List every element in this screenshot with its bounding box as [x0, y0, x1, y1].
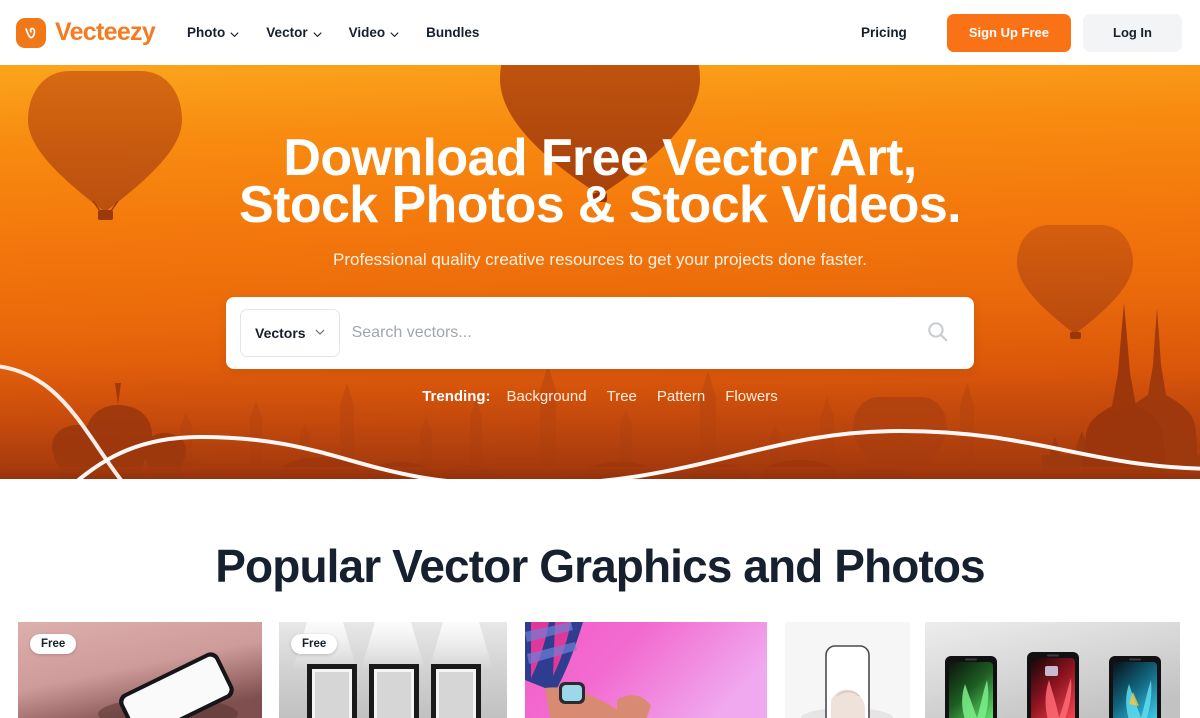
trending-tag-tree[interactable]: Tree	[607, 388, 637, 405]
card-thumbnail-image	[925, 622, 1180, 718]
nav-label-bundles: Bundles	[426, 25, 480, 40]
hero-search-bar: Vectors	[226, 297, 974, 369]
nav-label-photo: Photo	[187, 25, 226, 40]
search-submit-button[interactable]	[917, 313, 957, 353]
nav-item-vector[interactable]: Vector	[254, 19, 333, 46]
popular-card-phone-mockup-pink[interactable]: Free	[18, 622, 262, 718]
nav-label-vector: Vector	[266, 25, 308, 40]
brand-name: Vecteezy	[55, 18, 156, 46]
trending-label: Trending:	[422, 388, 491, 405]
popular-section-title: Popular Vector Graphics and Photos	[215, 540, 985, 592]
popular-card-three-phones-wallpapers[interactable]	[925, 622, 1180, 718]
trending-tag-pattern[interactable]: Pattern	[657, 388, 705, 405]
sign-up-free-button[interactable]: Sign Up Free	[946, 13, 1071, 52]
search-type-select[interactable]: Vectors	[240, 309, 340, 357]
header-actions: Pricing Sign Up Free Log In	[851, 13, 1182, 52]
nav-label-video: Video	[348, 25, 386, 40]
popular-card-three-frames-gallery[interactable]: Free	[279, 622, 507, 718]
chevron-down-icon	[315, 324, 325, 342]
card-thumbnail-image	[785, 622, 910, 718]
site-header: Vecteezy Photo Vector Video Bundles Pric…	[0, 0, 1200, 65]
popular-section: Popular Vector Graphics and Photos Free	[0, 539, 1200, 718]
trending-row: Trending: Background Tree Pattern Flower…	[422, 388, 778, 405]
hero-banner: Download Free Vector Art, Stock Photos &…	[0, 65, 1200, 479]
chevron-down-icon	[230, 27, 239, 37]
brand-logo[interactable]: Vecteezy	[16, 17, 156, 48]
popular-card-row: Free Free	[0, 622, 1200, 718]
popular-card-smartwatch-pink-hand[interactable]	[525, 622, 767, 718]
chevron-down-icon	[390, 27, 399, 37]
free-badge: Free	[291, 634, 338, 654]
hero-subtitle: Professional quality creative resources …	[333, 250, 867, 269]
hero-title: Download Free Vector Art, Stock Photos &…	[239, 132, 962, 231]
search-input[interactable]	[351, 309, 917, 357]
main-navigation: Photo Vector Video Bundles	[175, 19, 491, 46]
chevron-down-icon	[313, 27, 322, 37]
log-in-button[interactable]: Log In	[1083, 13, 1182, 52]
nav-item-video[interactable]: Video	[337, 19, 412, 46]
trending-tag-flowers[interactable]: Flowers	[725, 388, 778, 405]
card-thumbnail-image	[525, 622, 767, 718]
popular-card-hand-holding-phone-white[interactable]	[785, 622, 910, 718]
hero-title-line-2: Stock Photos & Stock Videos.	[239, 176, 962, 234]
nav-item-bundles[interactable]: Bundles	[414, 19, 491, 46]
nav-item-photo[interactable]: Photo	[175, 19, 251, 46]
free-badge: Free	[30, 634, 77, 654]
trending-tag-background[interactable]: Background	[507, 388, 587, 405]
vecteezy-logo-icon	[16, 17, 46, 48]
search-type-value: Vectors	[255, 325, 306, 341]
pricing-link[interactable]: Pricing	[851, 19, 917, 46]
hero-content: Download Free Vector Art, Stock Photos &…	[0, 65, 1200, 479]
search-icon	[925, 319, 950, 347]
